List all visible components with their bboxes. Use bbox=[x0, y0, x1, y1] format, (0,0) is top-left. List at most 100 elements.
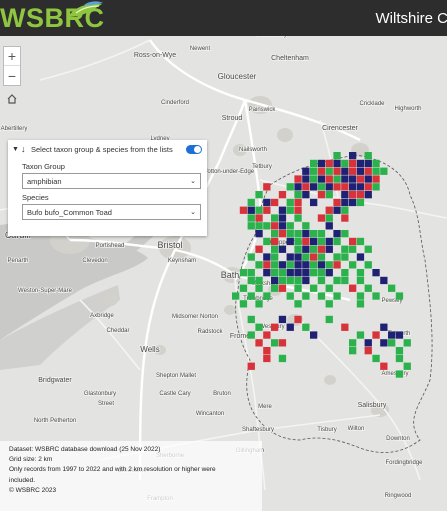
grid-square bbox=[302, 292, 310, 300]
grid-square bbox=[286, 237, 294, 246]
grid-square bbox=[302, 261, 310, 269]
grid-square bbox=[341, 167, 349, 175]
grid-square bbox=[349, 261, 357, 269]
place-label: Clevedon bbox=[82, 258, 107, 264]
grid-square bbox=[278, 206, 287, 214]
grid-square bbox=[356, 159, 365, 168]
grid-square bbox=[341, 253, 349, 261]
grid-square bbox=[317, 245, 326, 253]
grid-square bbox=[349, 347, 357, 355]
grid-square bbox=[356, 237, 365, 246]
grid-square bbox=[325, 284, 333, 292]
grid-square bbox=[372, 175, 380, 183]
grid-square bbox=[294, 198, 302, 207]
grid-square bbox=[247, 253, 255, 261]
grid-square bbox=[317, 159, 326, 168]
grid-square bbox=[317, 191, 326, 199]
grid-square bbox=[239, 284, 248, 292]
grid-square bbox=[356, 253, 365, 261]
panel-header: ▼ ↓ Select taxon group & species from th… bbox=[8, 140, 207, 158]
grid-square bbox=[302, 245, 310, 253]
place-label: Portishead bbox=[96, 243, 125, 249]
zoom-control: + − bbox=[3, 46, 21, 86]
grid-square bbox=[255, 261, 263, 269]
taxon-group-value: amphibian bbox=[27, 176, 62, 186]
species-select[interactable]: Bufo bufo_Common Toad ⌄ bbox=[22, 204, 201, 220]
grid-square bbox=[255, 222, 263, 230]
grid-square bbox=[263, 253, 271, 261]
down-arrow-icon: ↓ bbox=[21, 144, 26, 154]
grid-square bbox=[271, 245, 279, 253]
info-records-cont: included. bbox=[9, 476, 36, 484]
grid-square bbox=[388, 339, 396, 347]
grid-square bbox=[263, 269, 271, 277]
grid-square bbox=[372, 159, 380, 168]
place-label: Cheltenham bbox=[271, 55, 309, 62]
species-selector-panel: ▼ ↓ Select taxon group & species from th… bbox=[8, 140, 207, 236]
place-label: Downton bbox=[386, 436, 410, 442]
grid-square bbox=[310, 183, 318, 191]
grid-square bbox=[310, 245, 318, 253]
grid-square bbox=[349, 245, 357, 253]
grid-square bbox=[341, 214, 349, 222]
collapse-caret-icon[interactable]: ▼ bbox=[12, 146, 21, 153]
layer-toggle[interactable] bbox=[186, 144, 202, 154]
place-label: Shepton Mallet bbox=[156, 373, 196, 379]
info-grid-size: Grid size: 2 km bbox=[9, 456, 53, 464]
grid-square bbox=[263, 354, 271, 363]
home-button[interactable] bbox=[3, 90, 21, 108]
home-icon bbox=[7, 94, 17, 104]
grid-square bbox=[317, 214, 326, 222]
grid-square bbox=[364, 347, 372, 355]
grid-square bbox=[364, 152, 372, 160]
grid-square bbox=[310, 331, 318, 339]
place-label: Bridgwater bbox=[38, 377, 72, 384]
place-label: Nailsworth bbox=[239, 147, 267, 153]
grid-square bbox=[247, 269, 255, 277]
place-label: Fordingbridge bbox=[385, 460, 423, 466]
grid-square bbox=[263, 183, 271, 191]
grid-square bbox=[356, 292, 365, 300]
grid-square bbox=[364, 159, 372, 168]
grid-square bbox=[341, 159, 349, 168]
grid-square bbox=[325, 175, 333, 183]
grid-square bbox=[325, 222, 333, 230]
grid-square bbox=[278, 191, 287, 199]
grid-square bbox=[388, 284, 396, 292]
grid-square bbox=[255, 339, 263, 347]
grid-square bbox=[310, 230, 318, 238]
place-label: Salisbury bbox=[358, 402, 387, 409]
place-label: Bruton bbox=[213, 391, 231, 397]
grid-square bbox=[388, 331, 396, 339]
basemap[interactable]: Ross-on-Wye Gloucester Cheltenham Painswick… bbox=[0, 36, 447, 511]
grid-square bbox=[294, 300, 302, 308]
grid-square bbox=[302, 222, 310, 230]
grid-square bbox=[239, 206, 248, 214]
dataset-info: Dataset: WSBRC database download (25 Nov… bbox=[0, 441, 262, 511]
leaf-icon bbox=[68, 1, 103, 17]
grid-square bbox=[255, 245, 263, 253]
grid-square bbox=[278, 261, 287, 269]
grid-square bbox=[271, 253, 279, 261]
grid-square bbox=[286, 276, 294, 285]
grid-square bbox=[286, 230, 294, 238]
grid-square bbox=[372, 183, 380, 191]
grid-square bbox=[294, 230, 302, 238]
map-view[interactable]: Ross-on-Wye Gloucester Cheltenham Painswick… bbox=[0, 36, 447, 511]
grid-square bbox=[325, 315, 333, 324]
grid-square bbox=[349, 159, 357, 168]
grid-square bbox=[247, 315, 255, 324]
taxon-group-select[interactable]: amphibian ⌄ bbox=[22, 173, 201, 189]
grid-square bbox=[286, 261, 294, 269]
grid-square bbox=[310, 167, 318, 175]
grid-square bbox=[349, 339, 357, 347]
grid-square bbox=[333, 206, 341, 214]
place-label: Cricklade bbox=[359, 101, 385, 107]
grid-square bbox=[271, 269, 279, 277]
zoom-out-button[interactable]: − bbox=[4, 66, 20, 85]
grid-square bbox=[325, 269, 333, 277]
zoom-in-button[interactable]: + bbox=[4, 47, 20, 66]
grid-square bbox=[333, 261, 341, 269]
place-label: Castle Cary bbox=[159, 391, 190, 397]
grid-square bbox=[356, 300, 365, 308]
